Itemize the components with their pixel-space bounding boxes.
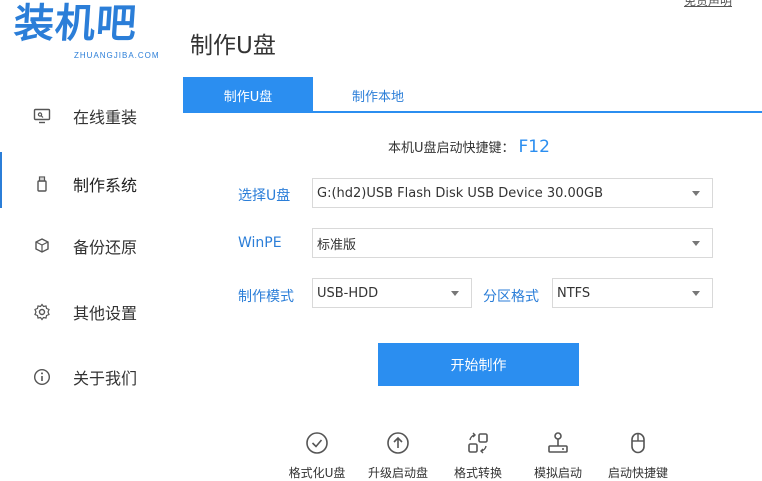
sidebar-item-online-reinstall[interactable]: 在线重装 [0, 84, 180, 148]
page-title: 制作U盘 [190, 33, 276, 59]
sidebar-item-make-system[interactable]: 制作系统 [0, 152, 180, 216]
tool-format-convert[interactable]: 格式转换 [438, 430, 518, 481]
tool-format-usb[interactable]: 格式化U盘 [277, 430, 357, 481]
tool-label: 格式化U盘 [288, 466, 346, 480]
mode-select[interactable]: USB-HDD [312, 278, 472, 308]
sidebar-item-label: 关于我们 [73, 369, 138, 388]
device-select[interactable]: G:(hd2)USB Flash Disk USB Device 30.00GB [312, 178, 713, 208]
tab-make-local[interactable]: 制作本地 [313, 77, 443, 113]
joystick-icon [545, 430, 571, 456]
brand-name: 装机吧 [12, 1, 139, 47]
info-icon [32, 367, 52, 387]
convert-icon [465, 430, 491, 456]
winpe-select-value: 标准版 [317, 237, 357, 253]
mode-label: 制作模式 [238, 289, 294, 305]
hotkey-label: 本机U盘启动快捷键： [388, 141, 515, 156]
upload-circle-icon [385, 430, 411, 456]
check-circle-icon [304, 430, 330, 456]
device-select-value: G:(hd2)USB Flash Disk USB Device 30.00GB [317, 185, 604, 201]
start-making-button[interactable]: 开始制作 [378, 343, 579, 386]
partition-select-value: NTFS [557, 285, 591, 301]
winpe-label: WinPE [238, 235, 282, 251]
sidebar-item-label: 其他设置 [73, 304, 138, 323]
tab-bar: 制作U盘 制作本地 [183, 77, 762, 113]
tool-label: 模拟启动 [533, 466, 582, 480]
mouse-icon [625, 430, 651, 456]
sidebar-item-backup-restore[interactable]: 备份还原 [0, 214, 180, 278]
brand-domain: ZHUANGJIBA.COM [74, 51, 160, 60]
tool-label: 启动快捷键 [607, 466, 668, 480]
backup-cube-icon [32, 236, 52, 256]
monitor-icon [32, 106, 52, 126]
sidebar-item-label: 制作系统 [73, 176, 138, 195]
device-label: 选择U盘 [238, 188, 291, 204]
winpe-select[interactable]: 标准版 [312, 228, 713, 258]
sidebar-item-other-settings[interactable]: 其他设置 [0, 280, 180, 344]
sidebar-item-label: 在线重装 [73, 108, 138, 127]
tool-upgrade-boot-disk[interactable]: 升级启动盘 [358, 430, 438, 481]
dropdown-caret-icon [451, 291, 459, 296]
disclaimer-link[interactable]: 免责声明 [684, 0, 732, 9]
dropdown-caret-icon [692, 291, 700, 296]
tool-simulate-boot[interactable]: 模拟启动 [518, 430, 598, 481]
sidebar-item-label: 备份还原 [73, 238, 138, 257]
hotkey-value: F12 [518, 137, 550, 157]
mode-select-value: USB-HDD [317, 285, 379, 301]
tool-label: 格式转换 [453, 466, 502, 480]
partition-select[interactable]: NTFS [552, 278, 713, 308]
gear-icon [32, 302, 52, 322]
usb-drive-icon [32, 174, 52, 194]
hotkey-info: 本机U盘启动快捷键： F12 [388, 137, 550, 157]
tool-boot-hotkey[interactable]: 启动快捷键 [598, 430, 678, 481]
brand-logo: 装机吧 ZHUANGJIBA.COM [12, 0, 164, 62]
sidebar-item-about-us[interactable]: 关于我们 [0, 345, 180, 409]
tool-label: 升级启动盘 [367, 466, 428, 480]
dropdown-caret-icon [692, 191, 700, 196]
partition-label: 分区格式 [483, 289, 539, 305]
tab-make-usb[interactable]: 制作U盘 [183, 77, 313, 113]
dropdown-caret-icon [692, 241, 700, 246]
